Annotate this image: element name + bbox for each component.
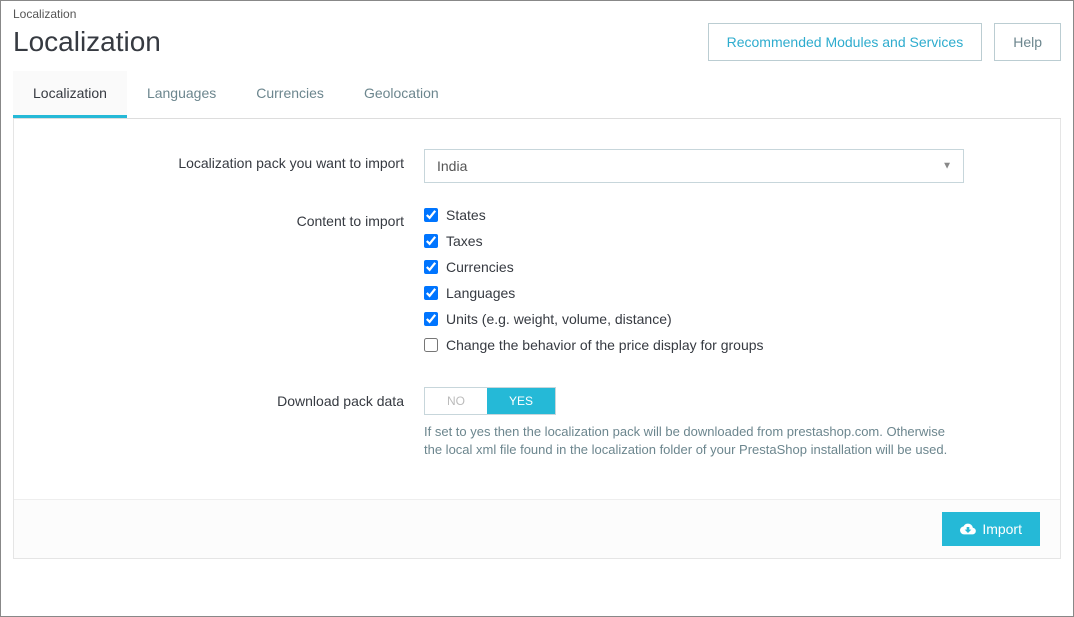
row-download: Download pack data NO YES If set to yes … [44,387,1030,459]
help-button[interactable]: Help [994,23,1061,61]
check-price-behavior[interactable]: Change the behavior of the price display… [424,337,964,353]
label-content: Content to import [44,207,424,363]
row-pack: Localization pack you want to import Ind… [44,149,1030,183]
checkbox-languages[interactable] [424,286,438,300]
page-header: Localization Recommended Modules and Ser… [13,23,1061,61]
check-states[interactable]: States [424,207,964,223]
localization-page: Localization Localization Recommended Mo… [0,0,1074,617]
checkbox-taxes-label: Taxes [446,233,483,249]
pack-select[interactable]: India [424,149,964,183]
checkbox-units[interactable] [424,312,438,326]
check-currencies[interactable]: Currencies [424,259,964,275]
checkbox-taxes[interactable] [424,234,438,248]
panel-footer: Import [14,499,1060,558]
tab-geolocation[interactable]: Geolocation [344,71,459,118]
download-toggle[interactable]: NO YES [424,387,556,415]
toggle-yes[interactable]: YES [487,388,555,414]
label-pack: Localization pack you want to import [44,149,424,183]
checkbox-price-behavior-label: Change the behavior of the price display… [446,337,764,353]
checkbox-currencies-label: Currencies [446,259,514,275]
checkbox-units-label: Units (e.g. weight, volume, distance) [446,311,672,327]
tab-languages[interactable]: Languages [127,71,236,118]
tab-localization[interactable]: Localization [13,71,127,118]
check-languages[interactable]: Languages [424,285,964,301]
import-panel: Localization pack you want to import Ind… [13,119,1061,559]
cloud-download-icon [960,521,976,537]
breadcrumb: Localization [13,7,1061,21]
download-help-text: If set to yes then the localization pack… [424,423,964,459]
checkbox-languages-label: Languages [446,285,515,301]
check-units[interactable]: Units (e.g. weight, volume, distance) [424,311,964,327]
check-taxes[interactable]: Taxes [424,233,964,249]
tab-currencies[interactable]: Currencies [236,71,344,118]
recommended-modules-button[interactable]: Recommended Modules and Services [708,23,983,61]
checkbox-states-label: States [446,207,486,223]
checkbox-states[interactable] [424,208,438,222]
import-button-label: Import [982,521,1022,537]
checkbox-price-behavior[interactable] [424,338,438,352]
tabs-bar: Localization Languages Currencies Geoloc… [13,71,1061,119]
pack-select-wrap: India ▼ [424,149,964,183]
label-download: Download pack data [44,387,424,459]
panel-body: Localization pack you want to import Ind… [14,119,1060,499]
toggle-no[interactable]: NO [425,388,487,414]
import-button[interactable]: Import [942,512,1040,546]
checkbox-currencies[interactable] [424,260,438,274]
row-content: Content to import States Taxes Currencie… [44,207,1030,363]
page-title: Localization [13,26,696,58]
